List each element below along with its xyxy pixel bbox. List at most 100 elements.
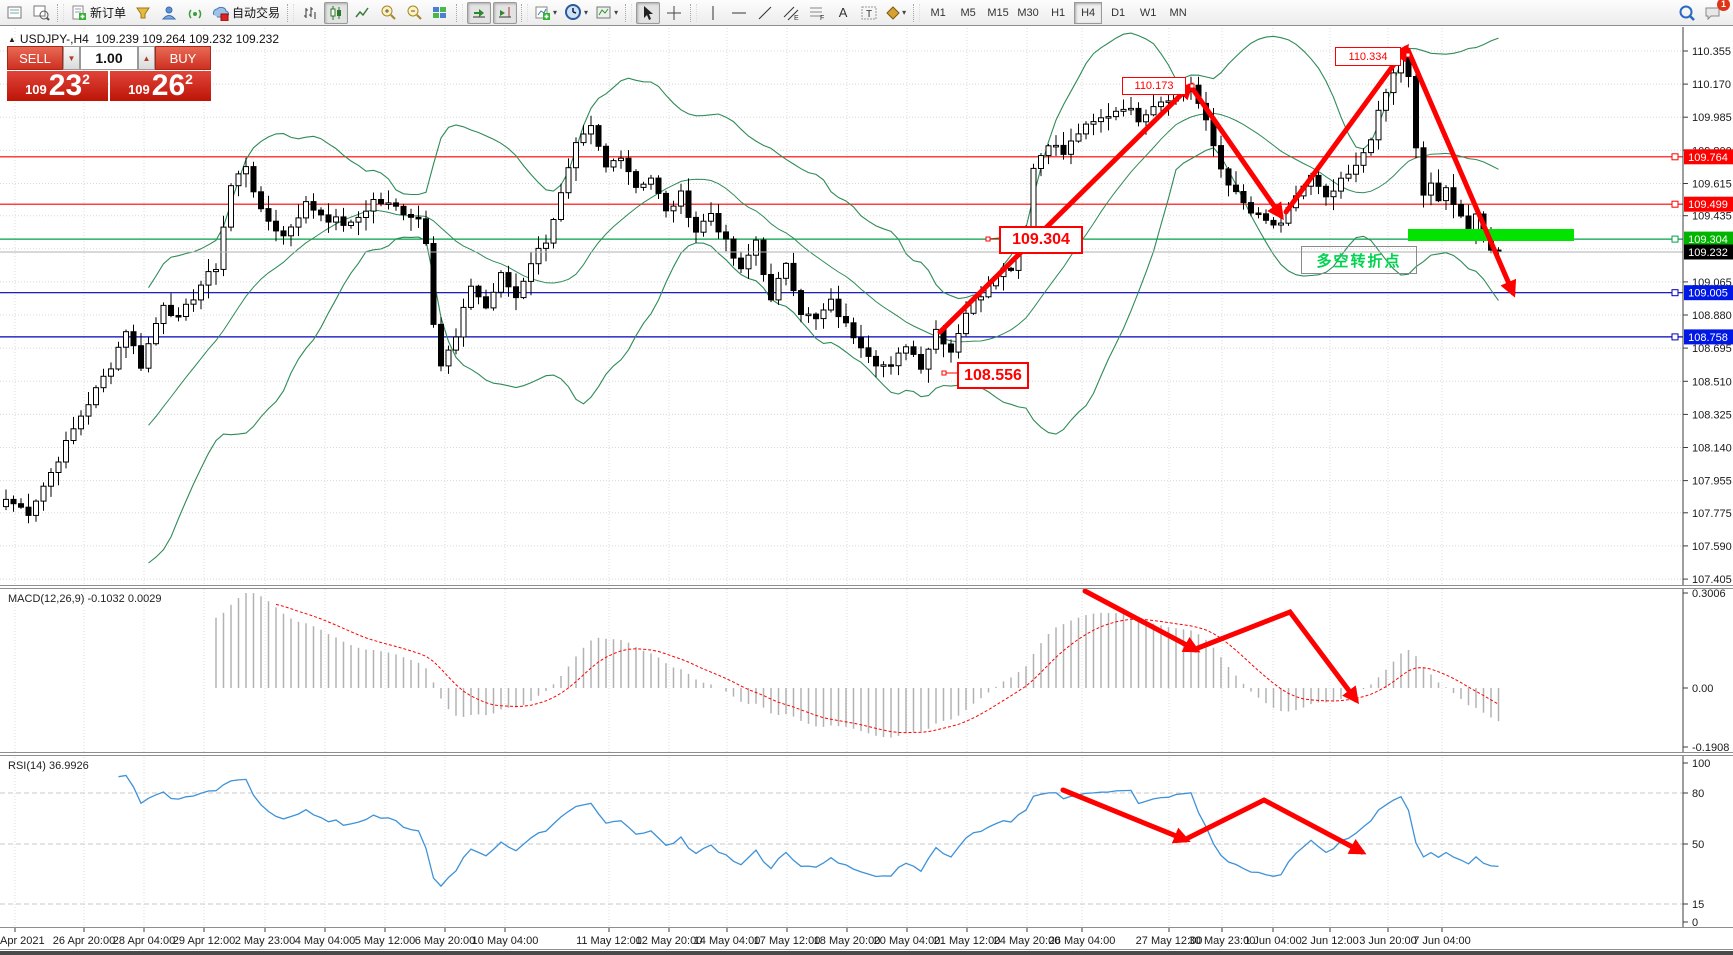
svg-text:18 May 20:00: 18 May 20:00 — [814, 935, 881, 947]
main-toolbar: 新订单 自动交易 ▾ ▾ — [0, 0, 1733, 26]
svg-text:2 Jun 12:00: 2 Jun 12:00 — [1301, 935, 1359, 947]
timeframe-h4[interactable]: H4 — [1074, 2, 1102, 24]
periods-icon[interactable]: ▾ — [562, 2, 591, 24]
dropdown-caret: ▾ — [902, 8, 906, 17]
svg-text:109.005: 109.005 — [1688, 288, 1728, 300]
new-order-button[interactable]: 新订单 — [68, 2, 129, 24]
buy-button[interactable]: BUY — [155, 46, 211, 70]
svg-text:109.232: 109.232 — [1688, 247, 1728, 259]
tile-windows-icon[interactable] — [428, 2, 452, 24]
svg-text:4 May 04:00: 4 May 04:00 — [295, 935, 356, 947]
svg-text:20 May 04:00: 20 May 04:00 — [874, 935, 941, 947]
svg-text:23 Apr 2021: 23 Apr 2021 — [0, 935, 45, 947]
time-axis[interactable]: 23 Apr 202126 Apr 20:0028 Apr 04:0029 Ap… — [0, 928, 1733, 955]
svg-text:7 Jun 04:00: 7 Jun 04:00 — [1413, 935, 1471, 947]
crosshair-icon[interactable] — [662, 2, 686, 24]
zoom-in-icon[interactable] — [376, 2, 400, 24]
chart-line-icon[interactable] — [350, 2, 374, 24]
signals-icon[interactable] — [183, 2, 207, 24]
market-watch-icon[interactable] — [3, 2, 27, 24]
zoom-out-icon[interactable] — [402, 2, 426, 24]
timeframe-w1[interactable]: W1 — [1134, 2, 1162, 24]
svg-text:28 Apr 04:00: 28 Apr 04:00 — [113, 935, 175, 947]
timeframe-h1[interactable]: H1 — [1044, 2, 1072, 24]
search-icon[interactable] — [1675, 2, 1699, 24]
svg-text:E: E — [794, 15, 799, 21]
svg-text:100: 100 — [1692, 758, 1710, 770]
fibonacci-icon[interactable]: F — [805, 2, 829, 24]
svg-text:108.695: 108.695 — [1692, 343, 1732, 355]
timeframe-m1[interactable]: M1 — [924, 2, 952, 24]
templates-icon[interactable]: ▾ — [593, 2, 621, 24]
svg-text:109.764: 109.764 — [1688, 152, 1728, 164]
notifications-icon[interactable]: 1 — [1701, 2, 1725, 24]
community-icon[interactable] — [157, 2, 181, 24]
price-label-annotation[interactable]: 109.304 — [999, 226, 1083, 254]
toolbar-separator — [521, 4, 528, 22]
svg-text:3 Jun 20:00: 3 Jun 20:00 — [1359, 935, 1417, 947]
chart-bars-icon[interactable] — [298, 2, 322, 24]
svg-text:108.880: 108.880 — [1692, 310, 1732, 322]
trendline-icon[interactable] — [753, 2, 777, 24]
turning-point-note[interactable]: 多空转折点 — [1301, 246, 1417, 274]
arrows-tool-icon[interactable]: ▾ — [883, 2, 909, 24]
one-click-trading-panel: SELL ▼ 1.00 ▲ BUY 109 23 2 109 26 2 — [7, 46, 211, 101]
svg-text:17 May 12:00: 17 May 12:00 — [754, 935, 821, 947]
chart-candles-icon[interactable] — [324, 2, 348, 24]
timeframe-m30[interactable]: M30 — [1014, 2, 1042, 24]
text-icon[interactable]: A — [831, 2, 855, 24]
svg-text:21 May 12:00: 21 May 12:00 — [934, 935, 1001, 947]
svg-text:14 May 04:00: 14 May 04:00 — [694, 935, 761, 947]
svg-text:109.304: 109.304 — [1688, 234, 1728, 246]
svg-text:11 May 12:00: 11 May 12:00 — [576, 935, 642, 947]
notification-badge: 1 — [1717, 0, 1730, 11]
auto-scroll-icon[interactable] — [467, 2, 491, 24]
svg-text:1 Jun 04:00: 1 Jun 04:00 — [1244, 935, 1302, 947]
toolbar-separator — [456, 4, 463, 22]
chart-shift-icon[interactable] — [493, 2, 517, 24]
volume-input[interactable]: 1.00 — [80, 46, 138, 70]
text-label-icon[interactable]: T — [857, 2, 881, 24]
auto-trading-button[interactable]: 自动交易 — [209, 2, 283, 24]
sell-button[interactable]: SELL — [7, 46, 63, 70]
svg-text:10 May 04:00: 10 May 04:00 — [472, 935, 539, 947]
buy-price-handle: 109 — [128, 82, 150, 97]
svg-text:2 May 23:00: 2 May 23:00 — [235, 935, 296, 947]
volume-down-button[interactable]: ▼ — [63, 46, 80, 70]
svg-text:50: 50 — [1692, 839, 1704, 851]
timeframe-d1[interactable]: D1 — [1104, 2, 1132, 24]
vertical-line-icon[interactable] — [701, 2, 725, 24]
sell-price-button[interactable]: 109 23 2 — [7, 71, 108, 101]
svg-text:80: 80 — [1692, 788, 1704, 800]
svg-text:110.355: 110.355 — [1692, 46, 1731, 58]
horizontal-line-icon[interactable] — [727, 2, 751, 24]
svg-text:6 May 20:00: 6 May 20:00 — [415, 935, 476, 947]
rsi-label: RSI(14) 36.9926 — [8, 760, 89, 772]
buy-price-button[interactable]: 109 26 2 — [110, 71, 211, 101]
svg-text:109.615: 109.615 — [1692, 179, 1732, 191]
sell-price-pips: 23 — [49, 72, 82, 100]
toolbar-separator — [57, 4, 64, 22]
buy-price-pips: 26 — [152, 72, 185, 100]
svg-text:108.758: 108.758 — [1688, 332, 1728, 344]
sell-price-point: 2 — [82, 71, 90, 87]
price-label-annotation[interactable]: 110.173 — [1122, 77, 1186, 95]
timeframe-m5[interactable]: M5 — [954, 2, 982, 24]
svg-text:F: F — [820, 15, 824, 21]
price-label-annotation[interactable]: 108.556 — [957, 362, 1029, 389]
equidistant-channel-icon[interactable]: E — [779, 2, 803, 24]
toolbar-separator — [690, 4, 697, 22]
new-order-label: 新订单 — [90, 4, 126, 21]
price-label-annotation[interactable]: 110.334 — [1335, 47, 1401, 66]
funnel-icon[interactable] — [131, 2, 155, 24]
data-window-icon[interactable] — [29, 2, 53, 24]
volume-up-button[interactable]: ▲ — [138, 46, 155, 70]
timeframe-bar: M1M5M15M30H1H4D1W1MN — [923, 2, 1193, 24]
svg-text:5 May 12:00: 5 May 12:00 — [355, 935, 416, 947]
svg-text:109.985: 109.985 — [1692, 112, 1732, 124]
timeframe-m15[interactable]: M15 — [984, 2, 1012, 24]
cursor-icon[interactable] — [636, 2, 660, 24]
add-indicator-icon[interactable]: ▾ — [532, 2, 560, 24]
collapse-icon[interactable]: ▲ — [8, 35, 16, 44]
timeframe-mn[interactable]: MN — [1164, 2, 1192, 24]
